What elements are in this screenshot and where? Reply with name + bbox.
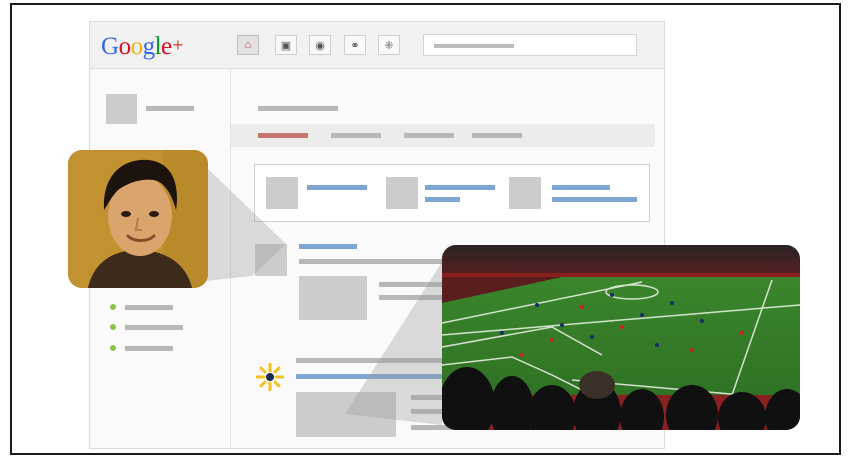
photos-icon[interactable]: ▣ xyxy=(275,35,297,55)
logo-letter: G xyxy=(101,33,119,60)
user-avatar-placeholder[interactable] xyxy=(106,94,137,124)
spark-icon[interactable] xyxy=(255,362,285,392)
share-thumb xyxy=(266,177,298,209)
share-link-placeholder xyxy=(552,197,637,202)
share-link-placeholder xyxy=(552,185,610,190)
stadium-photo xyxy=(442,245,800,430)
post-avatar-placeholder[interactable] xyxy=(255,244,287,276)
share-link-placeholder xyxy=(425,197,460,202)
share-link-placeholder xyxy=(307,185,367,190)
share-box[interactable] xyxy=(254,164,650,222)
post-image-placeholder[interactable] xyxy=(299,276,367,320)
share-thumb xyxy=(386,177,418,209)
logo-letter: g xyxy=(142,33,156,60)
top-bar: Google+ ⌂ ▣ ◉ ⚭ ⁜ xyxy=(90,22,664,69)
logo-letter: o xyxy=(118,33,132,60)
home-icon[interactable]: ⌂ xyxy=(237,35,259,55)
tab-active-placeholder[interactable] xyxy=(258,133,308,138)
spark-link-placeholder[interactable] xyxy=(296,374,446,379)
spark-image-placeholder[interactable] xyxy=(296,392,396,437)
share-link-placeholder xyxy=(425,185,495,190)
post-author-placeholder[interactable] xyxy=(299,244,357,249)
post-caption-placeholder xyxy=(379,295,449,300)
tab-placeholder[interactable] xyxy=(472,133,522,138)
online-dot xyxy=(110,345,116,351)
online-dot xyxy=(110,304,116,310)
logo-letter: e xyxy=(161,33,172,60)
search-input[interactable] xyxy=(423,34,637,56)
user-name-placeholder xyxy=(146,106,194,111)
spark-title-placeholder xyxy=(296,358,446,363)
circles-icon[interactable]: ⚭ xyxy=(344,35,366,55)
logo-letter: Google xyxy=(101,33,172,60)
contact-name-placeholder[interactable] xyxy=(125,325,183,330)
games-icon[interactable]: ⁜ xyxy=(378,35,400,55)
tab-placeholder[interactable] xyxy=(404,133,454,138)
stream-title-placeholder xyxy=(258,106,338,111)
contact-name-placeholder[interactable] xyxy=(125,346,173,351)
search-placeholder-bar xyxy=(434,44,514,48)
online-dot xyxy=(110,324,116,330)
contact-name-placeholder[interactable] xyxy=(125,305,173,310)
post-text-placeholder xyxy=(299,259,449,264)
google-plus-logo[interactable]: Google+ xyxy=(101,30,183,62)
profile-photo xyxy=(68,150,208,288)
logo-plus: + xyxy=(172,35,184,55)
post-caption-placeholder xyxy=(379,282,449,287)
tab-placeholder[interactable] xyxy=(331,133,381,138)
profile-icon[interactable]: ◉ xyxy=(309,35,331,55)
share-thumb xyxy=(509,177,541,209)
logo-letter: o xyxy=(130,33,144,60)
